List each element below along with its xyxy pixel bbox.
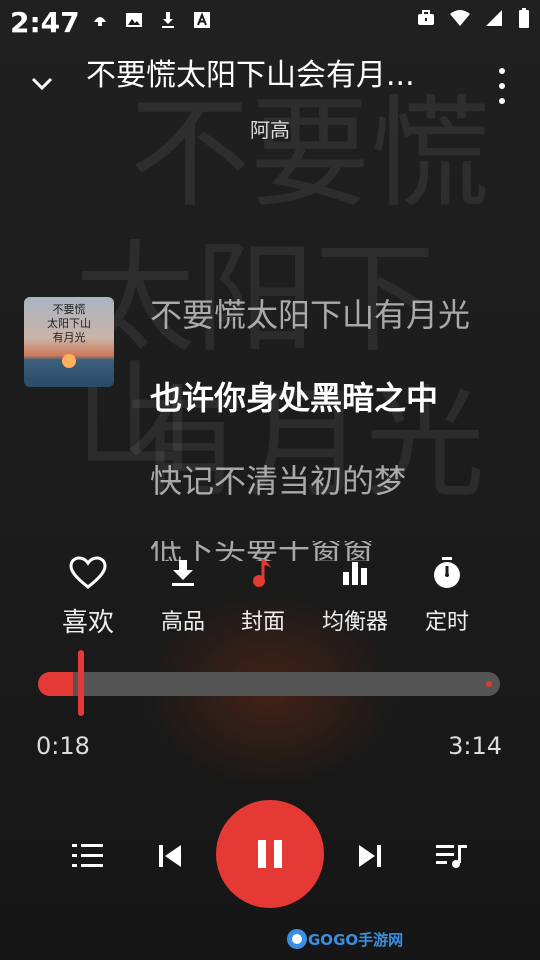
song-title: 不要慌太阳下山会有月... xyxy=(86,58,415,93)
lyric-line-current: 也许你身处黑暗之中 xyxy=(150,379,439,417)
notification-icon xyxy=(94,17,106,26)
lyrics-view[interactable]: 不要慌太阳下山有月光 也许你身处黑暗之中 快记不清当初的梦 低下头要千窗窗 xyxy=(150,292,530,561)
cover-text-line: 不要慌 xyxy=(52,303,86,316)
heart-icon xyxy=(69,556,107,589)
timer-button[interactable]: 定时 xyxy=(402,552,492,636)
player-header: 不要慌太阳下山会有月... 阿高 xyxy=(0,44,540,144)
more-dot xyxy=(499,83,505,89)
cover-label: 封面 xyxy=(240,610,285,635)
seek-progress-fill xyxy=(38,672,73,696)
download-icon xyxy=(172,560,194,586)
more-dot xyxy=(499,68,505,74)
lyric-line: 快记不清当初的梦 xyxy=(150,462,407,500)
album-cover[interactable]: 不要慌 太阳下山 有月光 xyxy=(24,297,114,387)
seek-bar[interactable] xyxy=(38,650,502,720)
quality-label: 高品 xyxy=(160,610,205,635)
queue-button[interactable] xyxy=(430,834,474,878)
status-time: 2:47 xyxy=(10,6,80,39)
transport-controls xyxy=(0,800,540,910)
timer-label: 定时 xyxy=(424,610,469,635)
timer-icon xyxy=(434,557,460,588)
more-options-button[interactable] xyxy=(490,68,514,104)
cover-button[interactable]: 封面 xyxy=(218,552,308,636)
seek-end-marker xyxy=(486,681,492,687)
status-bar: 2:47 xyxy=(0,0,540,44)
cover-sun xyxy=(62,354,76,368)
battery-icon xyxy=(519,8,529,28)
watermark: GOGO手游网 xyxy=(286,924,406,954)
equalizer-button[interactable]: 均衡器 xyxy=(310,552,400,636)
collapse-button[interactable] xyxy=(22,64,62,104)
queue-music-icon xyxy=(436,845,467,868)
like-label: 喜欢 xyxy=(61,608,114,638)
briefcase-icon xyxy=(418,10,434,25)
equalizer-icon xyxy=(343,562,367,585)
pause-icon xyxy=(258,840,282,868)
lyric-line: 不要慌太阳下山有月光 xyxy=(150,296,471,334)
total-duration: 3:14 xyxy=(448,732,502,760)
watermark-logo-icon xyxy=(287,929,307,949)
download-icon xyxy=(162,12,174,28)
chevron-down-icon xyxy=(31,77,53,91)
cover-text: 不要慌 太阳下山 有月光 xyxy=(24,303,114,345)
cover-text-line: 有月光 xyxy=(52,331,86,344)
seek-thumb[interactable] xyxy=(78,650,84,716)
music-note-icon xyxy=(253,559,271,587)
equalizer-label: 均衡器 xyxy=(321,610,388,635)
wifi-icon xyxy=(450,10,470,26)
play-pause-button[interactable] xyxy=(216,800,324,908)
like-button[interactable]: 喜欢 xyxy=(43,552,133,639)
image-icon xyxy=(126,13,142,27)
quality-button[interactable]: 高品 xyxy=(138,552,228,636)
artist-name[interactable]: 阿高 xyxy=(0,114,540,143)
cover-text-line: 太阳下山 xyxy=(47,317,91,330)
elapsed-time: 0:18 xyxy=(36,732,90,760)
playlist-numbered-icon xyxy=(72,844,103,867)
next-button[interactable] xyxy=(348,834,392,878)
skip-next-icon xyxy=(359,845,381,867)
skip-previous-icon xyxy=(159,845,181,867)
font-icon xyxy=(194,12,210,28)
watermark-text: GOGO手游网 xyxy=(308,930,404,949)
playlist-button[interactable] xyxy=(66,834,110,878)
more-dot xyxy=(499,98,505,104)
action-row: 喜欢 高品 封面 均衡器 定时 xyxy=(54,552,494,642)
signal-icon xyxy=(486,10,502,26)
previous-button[interactable] xyxy=(148,834,192,878)
seek-track[interactable] xyxy=(38,672,500,696)
